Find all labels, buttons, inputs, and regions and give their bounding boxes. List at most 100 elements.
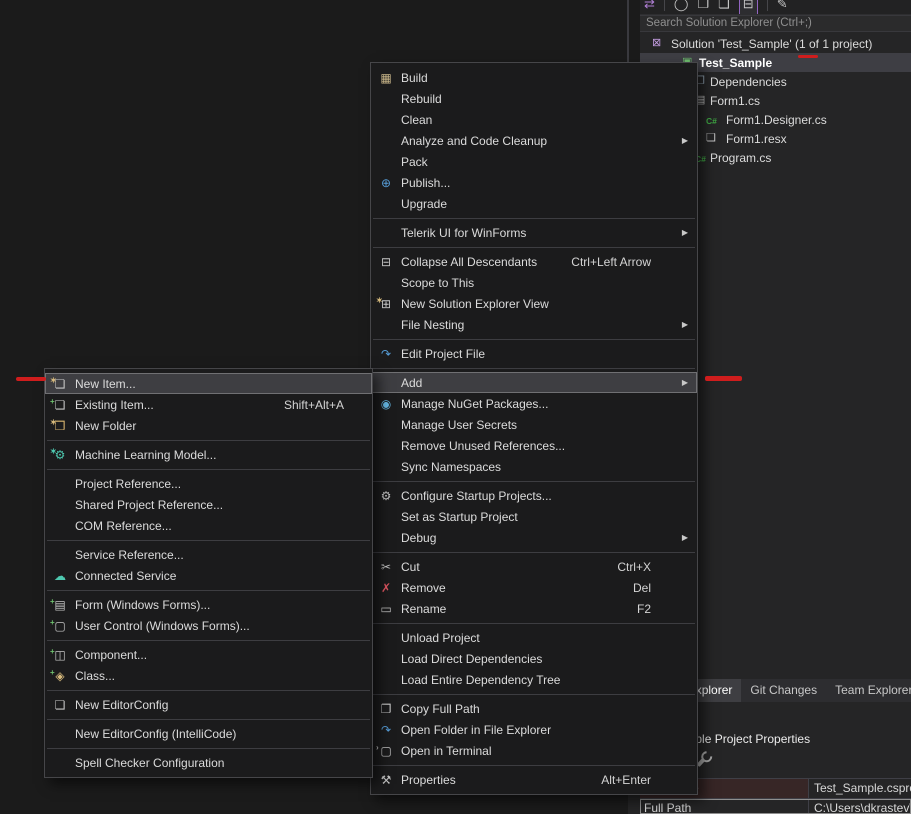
preview-selected-items-icon[interactable]: ✎ bbox=[777, 0, 788, 14]
visual-studio-window: ⇄ ◯ ❐ ❏ ⊟ ✎ ⊠Solution 'Test_Sample' (1 of 1 p… bbox=[0, 0, 911, 814]
menu-item-label: COM Reference... bbox=[75, 519, 362, 533]
menu-item-debug[interactable]: Debug▶ bbox=[371, 527, 697, 548]
menu-item-unload-project[interactable]: Unload Project bbox=[371, 627, 697, 648]
menu-item-label: Manage NuGet Packages... bbox=[401, 397, 687, 411]
menu-item-form-windows-forms[interactable]: ▤+Form (Windows Forms)... bbox=[45, 594, 372, 615]
menu-item-manage-nuget-packages[interactable]: ◉Manage NuGet Packages... bbox=[371, 393, 697, 414]
annotation-mark-add bbox=[705, 376, 742, 381]
menu-separator bbox=[371, 690, 697, 698]
open-folder-icon: ↷ bbox=[371, 723, 401, 737]
menu-item-upgrade[interactable]: Upgrade bbox=[371, 193, 697, 214]
menu-item-load-entire-dependency-tree[interactable]: Load Entire Dependency Tree bbox=[371, 669, 697, 690]
switch-views-icon[interactable]: ⇄ bbox=[644, 0, 655, 14]
refresh-icon[interactable]: ◯ bbox=[674, 0, 689, 14]
terminal-icon: ▢› bbox=[371, 744, 401, 758]
wrench-icon: ⚒ bbox=[371, 773, 401, 787]
menu-item-shortcut: Ctrl+Left Arrow bbox=[571, 255, 651, 269]
menu-item-rename[interactable]: ▭RenameF2 bbox=[371, 598, 697, 619]
menu-item-spell-checker-configuration[interactable]: Spell Checker Configuration bbox=[45, 752, 372, 773]
show-all-files-icon[interactable]: ❏ bbox=[718, 0, 730, 14]
menu-item-cut[interactable]: ✂CutCtrl+X bbox=[371, 556, 697, 577]
menu-item-edit-project-file[interactable]: ↷Edit Project File bbox=[371, 343, 697, 364]
menu-item-label: Component... bbox=[75, 648, 362, 662]
menu-item-class[interactable]: ◈+Class... bbox=[45, 665, 372, 686]
menu-item-label: Set as Startup Project bbox=[401, 510, 687, 524]
menu-item-collapse-all-descendants[interactable]: ⊟Collapse All DescendantsCtrl+Left Arrow bbox=[371, 251, 697, 272]
menu-item-label: Edit Project File bbox=[401, 347, 687, 361]
menu-item-user-control-windows-forms[interactable]: ▢+User Control (Windows Forms)... bbox=[45, 615, 372, 636]
tab-git-changes[interactable]: Git Changes bbox=[741, 679, 826, 702]
menu-item-set-as-startup-project[interactable]: Set as Startup Project bbox=[371, 506, 697, 527]
menu-item-connected-service[interactable]: ☁Connected Service bbox=[45, 565, 372, 586]
gear-icon: ⚙ bbox=[371, 489, 401, 503]
menu-item-configure-startup-projects[interactable]: ⚙Configure Startup Projects... bbox=[371, 485, 697, 506]
solution-icon: ⊠ bbox=[652, 36, 661, 51]
solution-explorer-toolbar: ⇄ ◯ ❐ ❏ ⊟ ✎ bbox=[640, 0, 911, 15]
menu-item-properties[interactable]: ⚒PropertiesAlt+Enter bbox=[371, 769, 697, 790]
menu-item-shared-project-reference[interactable]: Shared Project Reference... bbox=[45, 494, 372, 515]
menu-item-machine-learning-model[interactable]: ⚙✶Machine Learning Model... bbox=[45, 444, 372, 465]
menu-item-build[interactable]: ▦Build bbox=[371, 67, 697, 88]
menu-item-add[interactable]: Add▶ bbox=[371, 372, 697, 393]
menu-item-label: Clean bbox=[401, 113, 687, 127]
toolbar-separator bbox=[664, 0, 665, 11]
property-value[interactable]: C:\Users\dkrastev\D bbox=[808, 799, 911, 814]
menu-item-analyze-and-code-cleanup[interactable]: Analyze and Code Cleanup▶ bbox=[371, 130, 697, 151]
sync-with-active-document-icon[interactable]: ⊟ bbox=[739, 0, 758, 15]
menu-item-remove-unused-references[interactable]: Remove Unused References... bbox=[371, 435, 697, 456]
menu-item-remove[interactable]: ✗RemoveDel bbox=[371, 577, 697, 598]
menu-item-existing-item[interactable]: ❏+Existing Item...Shift+Alt+A bbox=[45, 394, 372, 415]
menu-item-load-direct-dependencies[interactable]: Load Direct Dependencies bbox=[371, 648, 697, 669]
menu-item-label: Open Folder in File Explorer bbox=[401, 723, 687, 737]
submenu-arrow-icon: ▶ bbox=[682, 320, 688, 329]
menu-separator bbox=[45, 465, 372, 473]
menu-separator bbox=[45, 636, 372, 644]
menu-item-sync-namespaces[interactable]: Sync Namespaces bbox=[371, 456, 697, 477]
tab-team-explorer[interactable]: Team Explorer bbox=[826, 679, 911, 702]
new-item-icon-accent: ✶ bbox=[50, 374, 57, 388]
menu-item-label: Machine Learning Model... bbox=[75, 448, 362, 462]
new-view-icon-accent: ✶ bbox=[376, 294, 383, 308]
tree-item-solution-test-sample-1-of-1-project[interactable]: ⊠Solution 'Test_Sample' (1 of 1 project) bbox=[640, 34, 911, 53]
menu-item-label: Pack bbox=[401, 155, 687, 169]
menu-item-new-editorconfig-intellicode[interactable]: New EditorConfig (IntelliCode) bbox=[45, 723, 372, 744]
menu-item-label: Add bbox=[401, 376, 687, 390]
menu-item-label: Collapse All Descendants bbox=[401, 255, 571, 269]
menu-item-telerik-ui-for-winforms[interactable]: Telerik UI for WinForms▶ bbox=[371, 222, 697, 243]
menu-item-label: Manage User Secrets bbox=[401, 418, 687, 432]
menu-item-label: Telerik UI for WinForms bbox=[401, 226, 687, 240]
menu-item-label: Analyze and Code Cleanup bbox=[401, 134, 687, 148]
collapse-all-icon: ⊟ bbox=[371, 255, 401, 269]
menu-item-pack[interactable]: Pack bbox=[371, 151, 697, 172]
collapse-all-icon[interactable]: ❐ bbox=[697, 0, 709, 14]
menu-item-new-item[interactable]: ❏✶New Item... bbox=[45, 373, 372, 394]
menu-item-clean[interactable]: Clean bbox=[371, 109, 697, 130]
menu-item-open-in-terminal[interactable]: ▢›Open in Terminal bbox=[371, 740, 697, 761]
menu-item-copy-full-path[interactable]: ❐Copy Full Path bbox=[371, 698, 697, 719]
menu-item-label: Properties bbox=[401, 773, 601, 787]
menu-item-new-solution-explorer-view[interactable]: ⊞✶New Solution Explorer View bbox=[371, 293, 697, 314]
menu-item-new-folder[interactable]: ❒✶New Folder bbox=[45, 415, 372, 436]
new-folder-icon: ❒✶ bbox=[45, 419, 75, 433]
menu-item-service-reference[interactable]: Service Reference... bbox=[45, 544, 372, 565]
menu-item-manage-user-secrets[interactable]: Manage User Secrets bbox=[371, 414, 697, 435]
menu-item-label: Rename bbox=[401, 602, 637, 616]
menu-item-scope-to-this[interactable]: Scope to This bbox=[371, 272, 697, 293]
menu-item-label: Copy Full Path bbox=[401, 702, 687, 716]
form-wf-icon-accent: + bbox=[50, 595, 55, 609]
menu-item-file-nesting[interactable]: File Nesting▶ bbox=[371, 314, 697, 335]
menu-item-com-reference[interactable]: COM Reference... bbox=[45, 515, 372, 536]
menu-item-open-folder-in-file-explorer[interactable]: ↷Open Folder in File Explorer bbox=[371, 719, 697, 740]
menu-item-project-reference[interactable]: Project Reference... bbox=[45, 473, 372, 494]
menu-item-publish[interactable]: ⊕Publish... bbox=[371, 172, 697, 193]
menu-item-new-editorconfig[interactable]: ❏New EditorConfig bbox=[45, 694, 372, 715]
existing-item-icon: ❏+ bbox=[45, 398, 75, 412]
search-input[interactable] bbox=[640, 15, 911, 32]
property-row-full-path[interactable]: Full PathC:\Users\dkrastev\D bbox=[640, 799, 911, 814]
menu-item-label: New EditorConfig (IntelliCode) bbox=[75, 727, 362, 741]
menu-separator bbox=[371, 364, 697, 372]
menu-item-rebuild[interactable]: Rebuild bbox=[371, 88, 697, 109]
menu-item-label: Form (Windows Forms)... bbox=[75, 598, 362, 612]
menu-item-component[interactable]: ◫+Component... bbox=[45, 644, 372, 665]
property-value[interactable]: Test_Sample.csproj bbox=[808, 779, 911, 798]
